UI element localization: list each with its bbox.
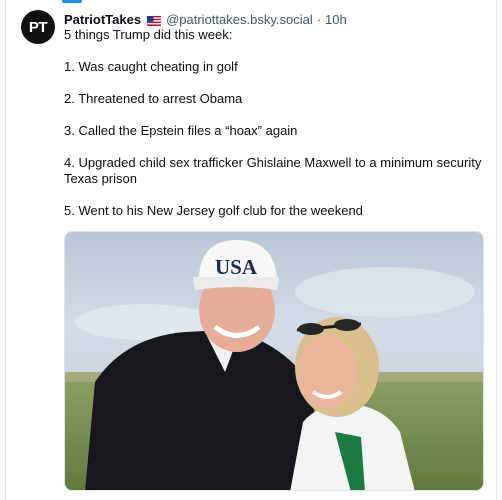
post-body: 5 things Trump did this week: 1. Was cau…: [64, 27, 490, 235]
avatar[interactable]: PT: [21, 10, 55, 44]
author-handle[interactable]: @patriottakes.bsky.social: [166, 12, 313, 27]
author-display-name[interactable]: PatriotTakes: [64, 12, 141, 27]
avatar-initials: PT: [28, 18, 48, 36]
hat-text: USA: [215, 255, 258, 279]
post-timestamp[interactable]: 10h: [325, 12, 347, 27]
post-header: PatriotTakes @patriottakes.bsky.social ·…: [64, 10, 347, 28]
post-line: 5. Went to his New Jersey golf club for …: [64, 203, 363, 218]
post-intro: 5 things Trump did this week:: [64, 27, 233, 42]
post-image[interactable]: USA: [64, 231, 484, 491]
post-line: 4. Upgraded child sex trafficker Ghislai…: [64, 155, 482, 186]
us-flag-icon: [147, 14, 162, 26]
post-line: 3. Called the Epstein files a “hoax” aga…: [64, 123, 298, 138]
separator-dot: ·: [316, 11, 322, 27]
post-line: 2. Threatened to arrest Obama: [64, 91, 243, 106]
active-tab-indicator: [62, 0, 82, 3]
post-line: 1. Was caught cheating in golf: [64, 59, 238, 74]
